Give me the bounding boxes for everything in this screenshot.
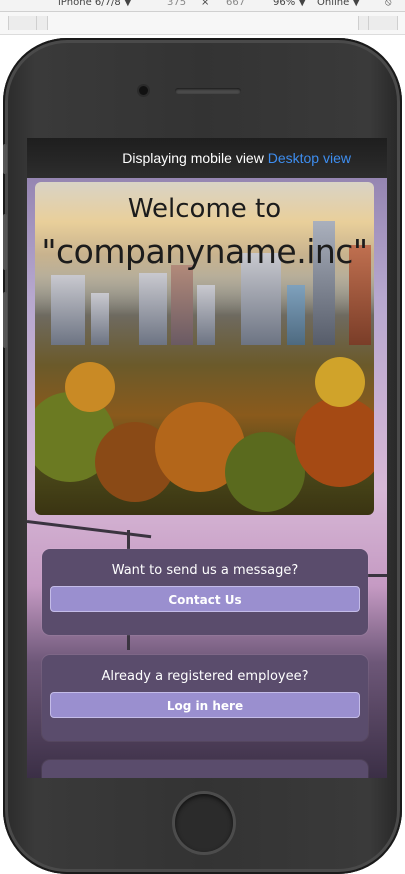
- mute-switch: [3, 144, 7, 174]
- devtools-toolbar: iPhone 6/7/8 ▼ 375 × 667 96% ▼ Online ▼ …: [0, 0, 405, 12]
- log-in-button[interactable]: Log in here: [50, 692, 360, 718]
- volume-up-button: [3, 214, 7, 270]
- crane-silhouette: [27, 520, 152, 539]
- contact-card: Want to send us a message? Contact Us: [42, 549, 368, 635]
- speaker-grille: [175, 88, 241, 94]
- width-input[interactable]: 375: [167, 0, 186, 8]
- view-mode-bar: Displaying mobile view Desktop view: [27, 138, 387, 178]
- media-query-ruler: [0, 12, 405, 35]
- zoom-select[interactable]: 96% ▼: [273, 0, 306, 8]
- network-throttle-select[interactable]: Online ▼: [317, 0, 360, 8]
- camera-icon: [139, 86, 148, 95]
- volume-down-button: [3, 292, 7, 348]
- hero-company-name: "companyname.inc": [41, 232, 368, 271]
- device-select[interactable]: iPhone 6/7/8 ▼: [58, 0, 132, 8]
- home-button[interactable]: [175, 794, 233, 852]
- hero-title: Welcome to: [127, 194, 282, 224]
- desktop-view-link[interactable]: Desktop view: [268, 150, 351, 166]
- height-input[interactable]: 667: [226, 0, 245, 8]
- rotate-icon[interactable]: ⦸: [385, 0, 392, 8]
- login-card: Already a registered employee? Log in he…: [42, 655, 368, 741]
- hero-image: Welcome to "companyname.inc": [35, 182, 374, 515]
- login-question: Already a registered employee?: [101, 669, 309, 684]
- partial-card: [42, 760, 368, 778]
- view-mode-text: Displaying mobile view: [122, 150, 264, 166]
- mobile-screen: Displaying mobile view Desktop view Welc…: [27, 138, 387, 778]
- contact-us-button[interactable]: Contact Us: [50, 586, 360, 612]
- swap-dimensions-icon[interactable]: ×: [201, 0, 209, 8]
- contact-question: Want to send us a message?: [111, 563, 299, 578]
